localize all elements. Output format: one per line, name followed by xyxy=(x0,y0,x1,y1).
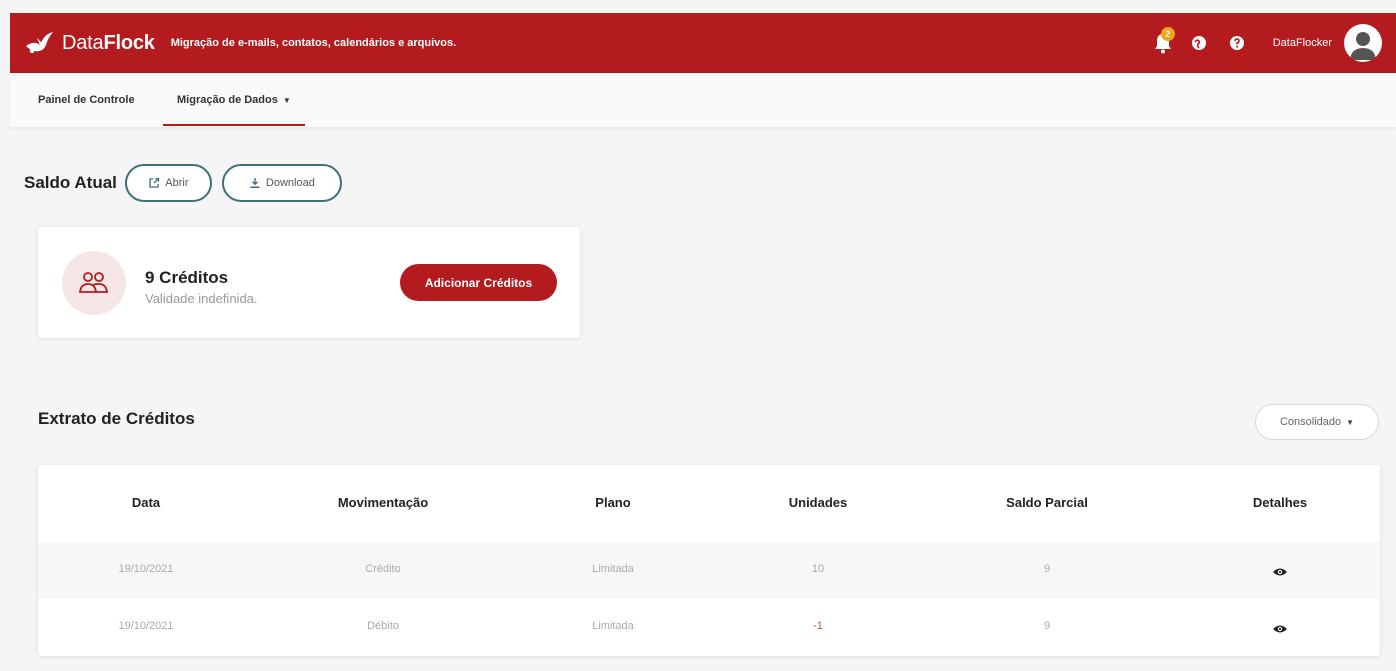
cell-partial-balance: 9 xyxy=(1043,563,1051,575)
cell-units: 10 xyxy=(811,563,825,575)
balance-title: Saldo Atual xyxy=(24,173,117,192)
notification-count-badge: 2 xyxy=(1160,27,1175,41)
credits-card: 9 Créditos Validade indefinida. Adiciona… xyxy=(38,227,580,338)
notifications-button[interactable]: 2 xyxy=(1153,27,1175,54)
column-header-detalhes: Detalhes xyxy=(1252,495,1308,510)
download-button-label: Download xyxy=(265,177,315,189)
table-row: 19/10/2021 Crédito Limitada 10 9 xyxy=(38,542,1380,599)
nav-item-label: Painel de Controle xyxy=(38,94,135,106)
credits-validity: Validade indefinida. xyxy=(145,291,258,306)
table-header: Data Movimentação Plano Unidades Saldo P… xyxy=(38,465,1380,542)
chevron-down-icon: ▼ xyxy=(282,95,291,105)
eye-icon[interactable] xyxy=(1272,621,1288,639)
user-avatar-icon xyxy=(1350,32,1376,60)
column-header-unidades: Unidades xyxy=(788,495,848,510)
open-button-label: Abrir xyxy=(165,177,189,189)
eye-icon[interactable] xyxy=(1272,564,1288,582)
top-bar-actions: 2 DataFlocker xyxy=(1153,13,1396,73)
cell-plan: Limitada xyxy=(592,620,634,632)
consolidated-dropdown[interactable]: Consolidado ▼ xyxy=(1255,404,1379,440)
balance-header: Saldo Atual Abrir Download xyxy=(24,164,352,202)
statement-title: Extrato de Créditos xyxy=(38,409,195,428)
cell-units: -1 xyxy=(813,620,823,632)
cell-date: 19/10/2021 xyxy=(118,620,174,632)
cell-movement: Crédito xyxy=(365,563,401,575)
consolidated-dropdown-label: Consolidado xyxy=(1279,416,1342,428)
bird-logo-icon xyxy=(26,32,53,54)
brand-name: DataFlock xyxy=(62,32,155,55)
cell-date: 19/10/2021 xyxy=(118,563,174,575)
user-name[interactable]: DataFlocker xyxy=(1273,37,1332,49)
download-icon xyxy=(250,178,260,188)
column-header-saldo-parcial: Saldo Parcial xyxy=(1006,495,1088,510)
credits-amount: 9 Créditos xyxy=(145,268,229,287)
users-icon-circle xyxy=(62,251,126,315)
column-header-movimentacao: Movimentação xyxy=(337,495,429,510)
nav-item-label: Migração de Dados xyxy=(177,94,278,106)
chevron-down-icon: ▼ xyxy=(1346,417,1355,427)
cell-partial-balance: 9 xyxy=(1043,620,1051,632)
help-icon[interactable] xyxy=(1229,35,1245,51)
app-tagline: Migração de e-mails, contatos, calendári… xyxy=(170,37,457,49)
column-header-data: Data xyxy=(131,495,161,510)
secondary-nav: Painel de Controle Migração de Dados ▼ xyxy=(10,73,1396,127)
nav-item-migracao-de-dados[interactable]: Migração de Dados ▼ xyxy=(163,73,305,127)
download-button[interactable]: Download xyxy=(221,164,342,202)
external-link-icon xyxy=(149,177,160,188)
add-credits-button[interactable]: Adicionar Créditos xyxy=(400,264,557,301)
statement-table: Data Movimentação Plano Unidades Saldo P… xyxy=(38,465,1380,656)
globe-icon[interactable] xyxy=(1191,35,1207,51)
top-bar: DataFlock Migração de e-mails, contatos,… xyxy=(10,13,1396,73)
column-header-plano: Plano xyxy=(595,495,631,510)
dataflock-logo[interactable]: DataFlock xyxy=(24,30,155,56)
cell-movement: Débito xyxy=(367,620,399,632)
brand-name-bold: Flock xyxy=(103,31,155,54)
cell-plan: Limitada xyxy=(592,563,634,575)
users-icon xyxy=(78,272,109,293)
avatar[interactable] xyxy=(1344,24,1382,62)
nav-item-painel-de-controle[interactable]: Painel de Controle xyxy=(38,73,135,127)
brand-name-light: Data xyxy=(62,31,104,54)
open-button[interactable]: Abrir xyxy=(124,164,212,202)
table-row: 19/10/2021 Débito Limitada -1 9 xyxy=(38,599,1380,656)
